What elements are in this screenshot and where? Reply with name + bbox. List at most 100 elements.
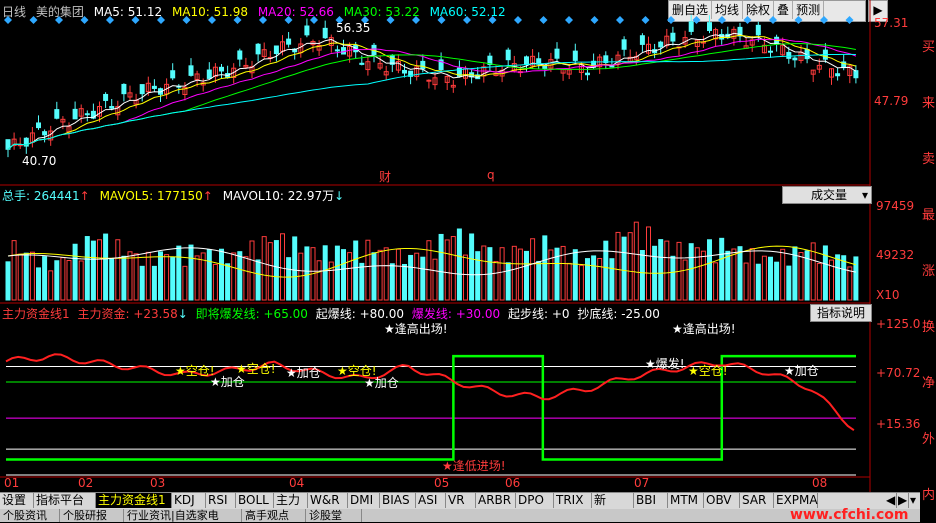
tab--[interactable]: 指标平台	[34, 493, 96, 508]
tab-dpo[interactable]: DPO	[516, 493, 554, 508]
tab-bbi[interactable]: BBI	[634, 493, 668, 508]
volume-bar	[267, 242, 273, 301]
tab-expma[interactable]: EXPMA	[774, 493, 818, 508]
bottom-tab-1[interactable]: 个股研报	[60, 509, 124, 522]
candle	[585, 72, 590, 76]
tab-mtm[interactable]: MTM	[668, 493, 704, 508]
tab-arbr[interactable]: ARBR	[476, 493, 516, 508]
tab-trix[interactable]: TRIX	[554, 493, 592, 508]
volume-bar	[60, 257, 66, 301]
tab-w-r[interactable]: W&R	[308, 493, 348, 508]
tab--dma[interactable]: 新DMA	[592, 493, 634, 522]
signal-line	[6, 354, 856, 461]
candle	[54, 109, 60, 119]
tab-obv[interactable]: OBV	[704, 493, 740, 508]
watermark: www.cfchi.com	[790, 507, 909, 523]
volume-bar	[286, 257, 292, 301]
right-panel-label: 卖	[922, 152, 936, 167]
event-diamond	[29, 16, 38, 24]
volume-bar	[517, 248, 523, 301]
event-diamond	[259, 16, 267, 24]
volume-bar	[334, 245, 340, 301]
event-diamond	[412, 16, 420, 24]
indicator-cd: 抄底线: -25.00	[577, 307, 660, 321]
indicator-bf: 爆发线: +30.00	[411, 307, 501, 321]
candle	[524, 56, 529, 65]
tab--[interactable]: 主力	[274, 493, 308, 508]
bottom-tab-3[interactable]: 高手观点	[242, 509, 306, 522]
tab-kdj[interactable]: KDJ	[172, 493, 206, 508]
event-diamond	[820, 16, 828, 24]
volume-bar	[365, 239, 371, 301]
volume-bar	[182, 265, 188, 301]
candle	[792, 57, 798, 61]
tab-rsi[interactable]: RSI	[206, 493, 236, 508]
volume-bar	[639, 250, 645, 301]
candle	[755, 24, 761, 36]
volume-bar	[389, 263, 395, 301]
signal-kongcang-2: ★空仓!	[236, 362, 276, 376]
volume-bar	[78, 260, 84, 301]
indicator-help-button[interactable]: 指标说明	[810, 304, 872, 322]
volume-bar	[444, 239, 450, 301]
event-diamond	[437, 16, 446, 24]
candle	[84, 113, 90, 116]
bottom-tab-0[interactable]: 个股资讯	[0, 509, 60, 522]
volume-bar	[377, 249, 383, 301]
tab-asi[interactable]: ASI	[416, 493, 446, 508]
event-diamond	[743, 16, 752, 24]
volume-bar	[743, 262, 749, 301]
candle	[322, 27, 328, 39]
volume-bar	[499, 247, 505, 301]
candle	[402, 69, 407, 74]
vol-axis-unit: X10	[876, 288, 900, 302]
chart-canvas	[0, 0, 871, 492]
bottom-tab-2[interactable]: 行业资讯|自选家电	[124, 509, 242, 522]
volume-bar	[414, 252, 420, 301]
tab-bias[interactable]: BIAS	[380, 493, 416, 508]
x-label-04: 04	[289, 476, 305, 490]
volume-bar	[475, 251, 481, 301]
volume-bar	[383, 247, 389, 301]
tab-sar[interactable]: SAR	[740, 493, 774, 508]
volume-bar	[633, 221, 639, 301]
volume-bar	[164, 254, 170, 301]
volume-bar	[115, 239, 121, 301]
volume-total: 总手: 264441	[2, 189, 80, 203]
volume-bar	[542, 235, 548, 301]
tab--[interactable]: 设置	[0, 493, 34, 508]
volume-bar	[371, 252, 377, 301]
bottom-tab-4[interactable]: 诊股堂	[306, 509, 362, 522]
tab-vr[interactable]: VR	[446, 493, 476, 508]
event-diamond	[106, 16, 114, 24]
indicator-fund: 主力资金: +23.58	[77, 307, 178, 321]
volume-bar	[609, 258, 615, 301]
tab--1[interactable]: 主力资金线1	[96, 493, 172, 508]
indicator-qb: 起爆线: +80.00	[315, 307, 405, 321]
volume-bar	[359, 262, 365, 301]
volume-bar	[658, 239, 664, 301]
volume-bar	[761, 255, 767, 301]
volume-bar	[420, 256, 426, 301]
candle	[505, 49, 511, 61]
volume-bar	[188, 244, 194, 301]
event-diamond	[208, 16, 216, 24]
signal-top-2: ★逢高出场!	[672, 322, 736, 336]
signal-jiacang-4: ★加仓	[784, 364, 819, 378]
volume-bar	[749, 248, 755, 301]
volume-bar	[603, 240, 609, 301]
tab-dmi[interactable]: DMI	[348, 493, 380, 508]
volume-bar	[713, 262, 719, 301]
volume-bar	[249, 240, 255, 301]
volume-bar	[151, 265, 157, 301]
candle	[341, 47, 346, 55]
candle	[835, 73, 841, 77]
volume-bar	[463, 254, 468, 301]
volume-bar	[816, 263, 822, 301]
volume-bar	[5, 261, 11, 301]
event-diamond	[641, 16, 650, 24]
volume-bar	[615, 231, 621, 301]
tab-boll[interactable]: BOLL	[236, 493, 274, 508]
volume-dropdown[interactable]: 成交量 ▾	[782, 186, 872, 204]
right-panel-label: 外	[922, 432, 936, 447]
